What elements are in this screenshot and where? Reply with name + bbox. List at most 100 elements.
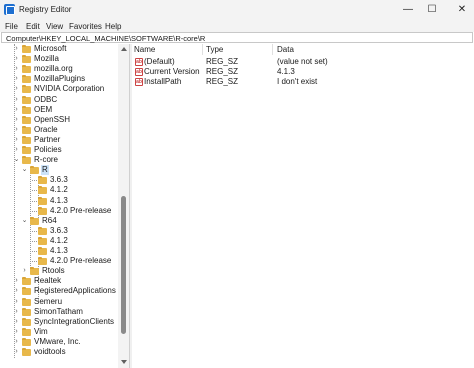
- folder-icon: [22, 65, 31, 74]
- value-name: Current Version: [144, 67, 200, 76]
- chevron-right-icon[interactable]: ›: [13, 276, 20, 286]
- tree-item[interactable]: › Microsoft: [0, 44, 118, 54]
- tree-item[interactable]: › Vim: [0, 327, 118, 337]
- tree-item-label: SimonTatham: [34, 306, 83, 316]
- tree-scrollbar[interactable]: [118, 44, 129, 368]
- tree-item[interactable]: › Partner: [0, 135, 118, 145]
- folder-icon: [22, 348, 31, 356]
- chevron-right-icon[interactable]: ›: [13, 347, 20, 357]
- value-type: REG_SZ: [206, 57, 239, 66]
- menu-favorites[interactable]: Favorites: [69, 22, 102, 31]
- chevron-down-icon[interactable]: ⌄: [21, 165, 28, 175]
- tree-item[interactable]: ⌄ R: [0, 165, 118, 176]
- folder-icon: [22, 95, 31, 104]
- chevron-right-icon[interactable]: ›: [13, 44, 20, 54]
- tree-item-label: MozillaPlugins: [34, 74, 86, 84]
- chevron-right-icon[interactable]: ›: [13, 54, 20, 64]
- tree-item[interactable]: 4.1.2: [0, 236, 118, 246]
- tree-item[interactable]: 4.2.0 Pre-release: [0, 256, 118, 266]
- close-button[interactable]: ✕: [440, 0, 474, 20]
- chevron-right-icon[interactable]: ›: [13, 115, 20, 125]
- tree-item-label: Vim: [34, 326, 48, 336]
- scroll-up-icon[interactable]: [121, 47, 127, 51]
- chevron-right-icon[interactable]: ›: [13, 286, 20, 296]
- tree-item-label: mozilla.org: [34, 64, 73, 74]
- tree-item[interactable]: › Realtek: [0, 276, 118, 286]
- tree-item[interactable]: ⌄ R64: [0, 216, 118, 226]
- tree-item-label: 4.2.0 Pre-release: [50, 205, 112, 215]
- tree-item-label: R64: [42, 215, 57, 225]
- tree-item[interactable]: › Rtools: [0, 266, 118, 276]
- value-list: Name Type Data ab (Default) REG_SZ (valu…: [132, 44, 474, 368]
- tree-item[interactable]: ⌄ R-core: [0, 155, 118, 165]
- tree-item[interactable]: › Oracle: [0, 125, 118, 135]
- chevron-right-icon[interactable]: ›: [13, 337, 20, 347]
- tree-item[interactable]: › voidtools: [0, 347, 118, 357]
- scrollbar-thumb[interactable]: [121, 196, 126, 334]
- folder-icon: [30, 216, 39, 225]
- tree-item-label: RegisteredApplications: [34, 286, 116, 296]
- chevron-right-icon[interactable]: ›: [13, 64, 20, 74]
- tree-item[interactable]: 4.2.0 Pre-release: [0, 206, 118, 216]
- address-bar[interactable]: Computer\HKEY_LOCAL_MACHINE\SOFTWARE\R-c…: [1, 32, 473, 43]
- menu-edit[interactable]: Edit: [26, 22, 40, 31]
- column-header-name[interactable]: Name: [134, 45, 155, 55]
- column-divider[interactable]: [272, 44, 273, 55]
- tree-item[interactable]: 4.1.2: [0, 185, 118, 195]
- chevron-right-icon[interactable]: ›: [13, 105, 20, 115]
- chevron-right-icon[interactable]: ›: [13, 307, 20, 317]
- chevron-right-icon[interactable]: ›: [13, 327, 20, 337]
- address-path[interactable]: Computer\HKEY_LOCAL_MACHINE\SOFTWARE\R-c…: [6, 34, 205, 43]
- folder-icon: [22, 105, 31, 114]
- key-tree: › Microsoft › Mozilla › mozilla.org › MozillaPl…: [0, 44, 129, 368]
- chevron-right-icon[interactable]: ›: [13, 125, 20, 135]
- chevron-right-icon[interactable]: ›: [13, 317, 20, 327]
- value-row[interactable]: ab (Default) REG_SZ (value not set): [132, 57, 474, 67]
- menu-view[interactable]: View: [46, 22, 63, 31]
- tree-item[interactable]: › RegisteredApplications: [0, 286, 118, 296]
- value-row[interactable]: ab Current Version REG_SZ 4.1.3: [132, 67, 474, 77]
- tree-item[interactable]: 3.6.3: [0, 175, 118, 185]
- tree-item[interactable]: › VMware, Inc.: [0, 337, 118, 347]
- tree-item[interactable]: › mozilla.org: [0, 64, 118, 74]
- scroll-down-icon[interactable]: [121, 360, 127, 364]
- tree-item-label: 3.6.3: [50, 225, 68, 235]
- tree-item[interactable]: › ODBC: [0, 95, 118, 105]
- tree-item[interactable]: › MozillaPlugins: [0, 74, 118, 84]
- tree-item[interactable]: 4.1.3: [0, 196, 118, 206]
- folder-icon: [22, 125, 31, 134]
- tree-item[interactable]: › Semeru: [0, 297, 118, 307]
- tree-item[interactable]: › OEM: [0, 105, 118, 115]
- chevron-right-icon[interactable]: ›: [13, 74, 20, 84]
- tree-item[interactable]: › Mozilla: [0, 54, 118, 64]
- column-header-type[interactable]: Type: [206, 45, 223, 55]
- menu-file[interactable]: File: [5, 22, 18, 31]
- chevron-down-icon[interactable]: ⌄: [13, 155, 20, 165]
- tree-item[interactable]: › SimonTatham: [0, 307, 118, 317]
- value-row[interactable]: ab InstallPath REG_SZ I don't exist: [132, 77, 474, 87]
- chevron-right-icon[interactable]: ›: [21, 266, 28, 276]
- column-divider[interactable]: [202, 44, 203, 55]
- column-header-data[interactable]: Data: [277, 45, 294, 55]
- chevron-right-icon[interactable]: ›: [13, 145, 20, 155]
- tree-item[interactable]: › NVIDIA Corporation: [0, 84, 118, 94]
- chevron-right-icon[interactable]: ›: [13, 297, 20, 307]
- folder-icon: [22, 297, 31, 306]
- tree-item[interactable]: › OpenSSH: [0, 115, 118, 125]
- chevron-right-icon[interactable]: ›: [13, 135, 20, 145]
- folder-icon: [38, 226, 47, 235]
- tree-item[interactable]: › SyncIntegrationClients: [0, 317, 118, 327]
- chevron-right-icon[interactable]: ›: [13, 95, 20, 105]
- tree-item[interactable]: 3.6.3: [0, 226, 118, 236]
- tree-item[interactable]: 4.1.3: [0, 246, 118, 256]
- chevron-down-icon[interactable]: ⌄: [21, 216, 28, 226]
- tree-item[interactable]: › Policies: [0, 145, 118, 155]
- tree-item-label: Policies: [34, 145, 62, 154]
- folder-icon: [22, 146, 31, 154]
- menu-help[interactable]: Help: [105, 22, 121, 31]
- tree-item-label: Realtek: [34, 276, 62, 286]
- tree-item-label: SyncIntegrationClients: [34, 316, 115, 326]
- tree-item-label: Mozilla: [34, 54, 59, 64]
- tree-item-label: voidtools: [34, 347, 66, 356]
- chevron-right-icon[interactable]: ›: [13, 84, 20, 94]
